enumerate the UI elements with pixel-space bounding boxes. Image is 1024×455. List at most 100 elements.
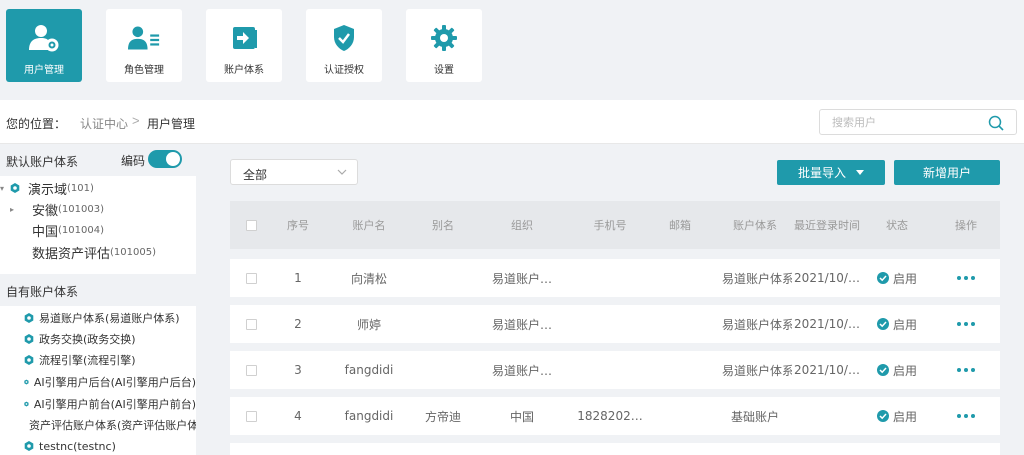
- cell-account-system: 易道账户体系: [722, 317, 792, 332]
- batch-import-label: 批量导入: [797, 166, 846, 180]
- col-org: 组织: [511, 218, 533, 232]
- search-icon[interactable]: [988, 115, 1004, 131]
- cell-email: [650, 305, 710, 343]
- breadcrumb-parent-link[interactable]: 认证中心: [80, 115, 128, 132]
- cell-org: 中国: [509, 409, 534, 424]
- toggle-knob: [166, 152, 180, 166]
- code-toggle[interactable]: [148, 150, 182, 168]
- col-account-system: 账户体系: [733, 218, 777, 232]
- cell-email: [650, 397, 710, 435]
- cell-alias: [408, 351, 478, 389]
- chevron-down-icon: [337, 169, 347, 175]
- tree-node-data-asset[interactable]: 数据资产评估 (101005): [32, 242, 156, 262]
- account-system-item[interactable]: 资产评估账户体系(资产评估账户体系): [24, 415, 196, 435]
- tree-node-china[interactable]: 中国 (101004): [32, 220, 104, 240]
- toolbar-auth[interactable]: 认证授权: [306, 9, 382, 82]
- row-more-button[interactable]: [938, 397, 994, 435]
- tree-node-root[interactable]: ▾ 演示域 (101): [0, 178, 94, 198]
- caret-down-icon: [856, 170, 864, 175]
- table-row[interactable]: 1 向清松 易道账户… 易道账户体系 2021/10/… 启用: [230, 259, 1000, 297]
- cell-index: 4: [294, 409, 302, 423]
- check-circle-icon: [876, 410, 889, 422]
- cell-status: 启用: [870, 351, 924, 389]
- status-label: 启用: [892, 271, 917, 286]
- breadcrumb-label: 您的位置：: [6, 117, 67, 131]
- cell-last-login: 2021/10/…: [794, 271, 860, 285]
- account-system-item[interactable]: 政务交换(政务交换): [24, 329, 196, 349]
- col-alias: 别名: [432, 218, 454, 232]
- system-hex-icon: [24, 379, 29, 385]
- row-checkbox[interactable]: [246, 273, 257, 284]
- account-system-item[interactable]: AI引擎用户后台(AI引擎用户后台): [24, 372, 196, 392]
- more-icon[interactable]: [957, 414, 975, 418]
- tree-node-code: (101): [67, 182, 94, 194]
- check-circle-icon: [876, 318, 889, 330]
- row-checkbox[interactable]: [246, 365, 257, 376]
- default-account-header: 默认账户体系 编码: [0, 144, 196, 176]
- system-hex-icon: [24, 401, 29, 407]
- batch-import-button[interactable]: 批量导入: [777, 160, 885, 185]
- filter-select[interactable]: 全部: [230, 159, 358, 185]
- row-checkbox[interactable]: [246, 411, 257, 422]
- account-system-item[interactable]: 易道账户体系(易道账户体系): [24, 308, 196, 328]
- expand-caret-icon[interactable]: ▾: [0, 184, 10, 193]
- table-row[interactable]: [230, 443, 1000, 455]
- breadcrumb: 您的位置： 认证中心 > 用户管理: [0, 100, 1024, 144]
- account-system-item[interactable]: AI引擎用户前台(AI引擎用户前台): [24, 394, 196, 414]
- shield-check-icon: [328, 23, 360, 53]
- tree-node-name: 演示域: [28, 182, 68, 198]
- breadcrumb-current: 用户管理: [147, 117, 196, 131]
- account-system-item[interactable]: 流程引擎(流程引擎): [24, 350, 196, 370]
- row-more-button[interactable]: [938, 305, 994, 343]
- toolbar-settings[interactable]: 设置: [406, 9, 482, 82]
- check-circle-icon: [876, 364, 889, 376]
- tree-node-name: 安徽: [32, 203, 59, 219]
- cell-account: fangdidi: [344, 409, 394, 423]
- col-last-login: 最近登录时间: [794, 218, 860, 232]
- tree-node-name: 中国: [32, 224, 59, 240]
- cell-alias: 方帝迪: [424, 409, 461, 424]
- toolbar-label: 认证授权: [324, 65, 364, 76]
- user-list-icon: [128, 23, 160, 53]
- toolbar-label: 角色管理: [124, 65, 164, 76]
- cell-account-system: 易道账户体系: [722, 363, 792, 378]
- cell-index: 3: [294, 363, 302, 377]
- sign-in-icon: [228, 23, 260, 53]
- cell-status: 启用: [870, 397, 924, 435]
- default-account-title: 默认账户体系: [6, 155, 79, 169]
- tree-node-code: (101005): [110, 246, 156, 258]
- search-input[interactable]: [832, 114, 982, 130]
- table-header: 序号 账户名 别名 组织 手机号 邮箱 账户体系 最近登录时间 状态 操作: [230, 201, 1000, 249]
- cell-alias: [408, 259, 478, 297]
- top-toolbar: 用户管理 角色管理 账户体系 认证授权 设置: [0, 0, 1024, 100]
- cell-account: 向清松: [350, 271, 387, 286]
- more-icon[interactable]: [957, 322, 975, 326]
- expand-caret-icon[interactable]: ▸: [10, 205, 32, 214]
- cell-index: 1: [294, 271, 302, 285]
- status-label: 启用: [892, 409, 917, 424]
- search-box: [819, 109, 1017, 135]
- toolbar-account-system[interactable]: 账户体系: [206, 9, 282, 82]
- add-user-button[interactable]: 新增用户: [894, 160, 1000, 185]
- tree-node-code: (101003): [58, 203, 104, 215]
- table-row[interactable]: 2 师婷 易道账户… 易道账户体系 2021/10/… 启用: [230, 305, 1000, 343]
- toolbar-user-management[interactable]: 用户管理: [6, 9, 82, 82]
- check-circle-icon: [876, 272, 889, 284]
- table-row[interactable]: 4 fangdidi 方帝迪 中国 1828202… 基础账户 启用: [230, 397, 1000, 435]
- row-checkbox[interactable]: [246, 319, 257, 330]
- row-more-button[interactable]: [938, 351, 994, 389]
- cell-index: 2: [294, 317, 302, 331]
- account-system-name: 政务交换(政务交换): [39, 333, 136, 346]
- more-icon[interactable]: [957, 276, 975, 280]
- table-row[interactable]: 3 fangdidi 易道账户… 易道账户体系 2021/10/… 启用: [230, 351, 1000, 389]
- toolbar-label: 用户管理: [24, 65, 64, 76]
- tree-node-anhui[interactable]: ▸ 安徽 (101003): [10, 199, 104, 219]
- row-more-button[interactable]: [938, 259, 994, 297]
- toolbar-role-management[interactable]: 角色管理: [106, 9, 182, 82]
- select-all-checkbox[interactable]: [246, 220, 257, 231]
- account-system-item[interactable]: testnc(testnc): [24, 436, 196, 455]
- more-icon[interactable]: [957, 368, 975, 372]
- account-system-name: 流程引擎(流程引擎): [39, 354, 136, 367]
- system-hex-icon: [24, 355, 34, 365]
- cell-account-system: 基础账户: [730, 409, 779, 424]
